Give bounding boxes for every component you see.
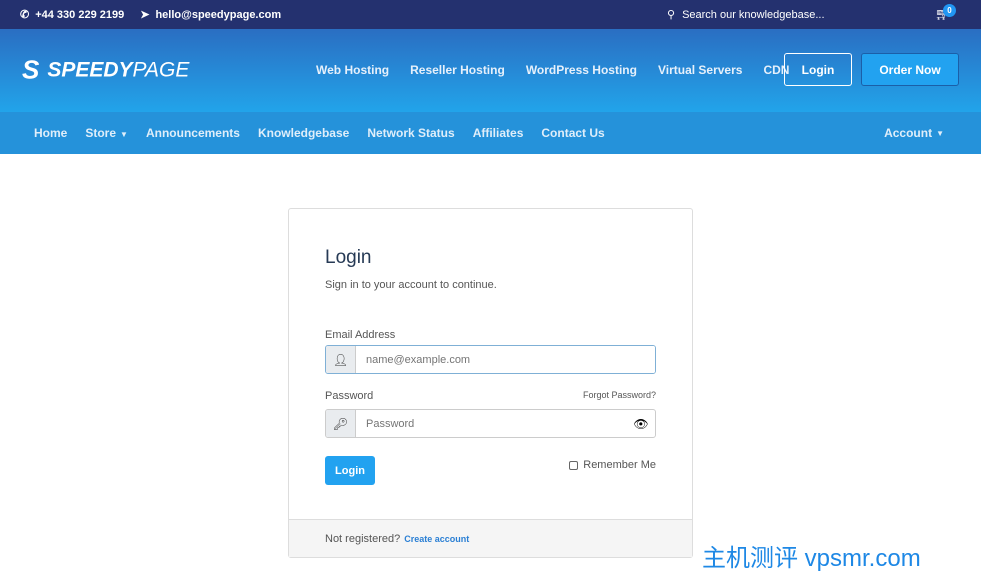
nav-store[interactable]: Store ▼ xyxy=(85,126,128,140)
paper-plane-icon: ➤ xyxy=(140,9,150,21)
eye-icon[interactable]: 👁︎ xyxy=(627,410,655,437)
nav-reseller-hosting[interactable]: Reseller Hosting xyxy=(410,63,505,77)
cart-count: 0 xyxy=(943,4,956,17)
main-nav: Web Hosting Reseller Hosting WordPress H… xyxy=(316,63,789,77)
header-login-button[interactable]: Login xyxy=(784,53,852,86)
nav-network-status[interactable]: Network Status xyxy=(367,126,454,140)
header: S SPEEDYPAGE Web Hosting Reseller Hosting… xyxy=(0,29,981,112)
key-icon: 🔑︎ xyxy=(326,410,356,437)
create-account-link[interactable]: Create account xyxy=(404,534,469,544)
subtitle: Sign in to your account to continue. xyxy=(325,279,497,291)
nav-announcements[interactable]: Announcements xyxy=(146,126,240,140)
page-title: Login xyxy=(325,247,372,268)
nav-web-hosting[interactable]: Web Hosting xyxy=(316,63,389,77)
nav-wordpress-hosting[interactable]: WordPress Hosting xyxy=(526,63,637,77)
remember-me[interactable]: Remember Me xyxy=(569,459,656,471)
caret-down-icon: ▼ xyxy=(936,128,944,138)
secondary-nav: Home Store ▼ Announcements Knowledgebase … xyxy=(0,112,981,154)
remember-checkbox[interactable] xyxy=(569,460,579,470)
email-group: 👤︎ xyxy=(325,345,656,374)
nav-knowledgebase[interactable]: Knowledgebase xyxy=(258,126,349,140)
cart-button[interactable]: 🛒︎ 0 xyxy=(935,4,956,21)
phone[interactable]: ✆ +44 330 229 2199 xyxy=(20,8,124,22)
email-label: Email Address xyxy=(325,329,396,341)
forgot-password-link[interactable]: Forgot Password? xyxy=(583,390,656,400)
logo[interactable]: S SPEEDYPAGE xyxy=(22,55,189,86)
top-bar: ✆ +44 330 229 2199 ➤ hello@speedypage.com … xyxy=(0,0,981,29)
user-icon: 👤︎ xyxy=(326,346,356,373)
phone-icon: ✆ xyxy=(20,9,30,21)
watermark: 主机测评 vpsmr.com xyxy=(697,538,926,573)
login-button[interactable]: Login xyxy=(325,456,375,485)
caret-down-icon: ▼ xyxy=(120,130,128,139)
password-field[interactable] xyxy=(356,410,627,437)
nav-virtual-servers[interactable]: Virtual Servers xyxy=(658,63,743,77)
login-card: Login Sign in to your account to continu… xyxy=(288,208,693,558)
password-group: 🔑︎ 👁︎ xyxy=(325,409,656,438)
logo-s-icon: S xyxy=(22,54,40,85)
password-label: Password xyxy=(325,390,374,402)
email[interactable]: ➤ hello@speedypage.com xyxy=(140,8,281,22)
search-icon: ⚲ xyxy=(667,9,676,21)
nav-contact-us[interactable]: Contact Us xyxy=(541,126,604,140)
order-now-button[interactable]: Order Now xyxy=(861,53,959,86)
nav-affiliates[interactable]: Affiliates xyxy=(473,126,524,140)
nav-account[interactable]: Account ▼ xyxy=(884,112,944,154)
card-footer: Not registered? Create account xyxy=(289,519,692,557)
nav-home[interactable]: Home xyxy=(34,126,67,140)
knowledgebase-search[interactable]: ⚲ Search our knowledgebase... xyxy=(667,0,825,29)
email-field[interactable] xyxy=(356,346,655,373)
